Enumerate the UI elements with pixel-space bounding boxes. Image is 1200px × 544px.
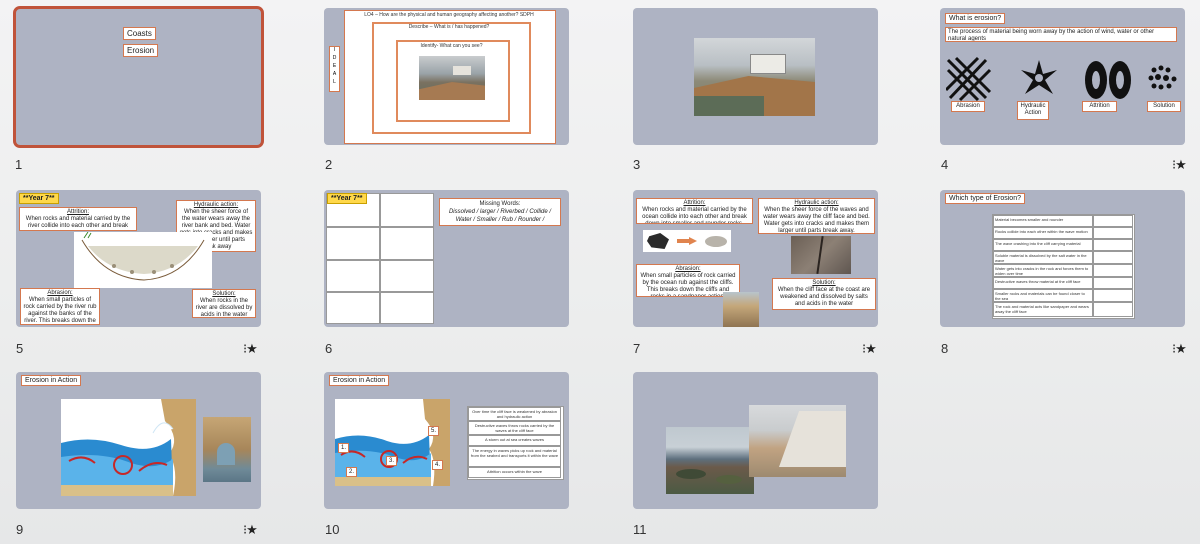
- solution-box: Solution: When rocks in the river are di…: [192, 289, 256, 318]
- slide-thumbnail-10[interactable]: Erosion in Action 1. 2. 3. 4. 5. Over ti…: [324, 372, 569, 509]
- slide-number: 4: [941, 157, 949, 172]
- attrition-label: Attrition: [1082, 101, 1117, 112]
- wave-erosion-diagram: [61, 399, 196, 496]
- year-7-tag: **Year 7**: [19, 193, 59, 204]
- ideal-lo-text: LO4 – How are the physical and human geo…: [364, 12, 534, 18]
- coastal-cliff-photo: [723, 292, 759, 327]
- slide-thumbnail-9[interactable]: Erosion in Action: [16, 372, 261, 509]
- cliff-house-photo: [419, 56, 485, 100]
- attrition-box: Attrition: When rocks and material carri…: [636, 198, 753, 224]
- slide-thumbnail-6[interactable]: **Year 7** Missing Words: Dissolved / la…: [324, 190, 569, 327]
- abrasion-box: Abrasion: When small particles of rock c…: [20, 288, 100, 325]
- slide-thumbnail-7[interactable]: Attrition: When rocks and material carri…: [633, 190, 878, 327]
- animation-star-icon[interactable]: ⁝★: [1172, 157, 1187, 173]
- animation-star-icon[interactable]: ⁝★: [1172, 341, 1187, 357]
- missing-words-box: Missing Words: Dissolved / larger / Rive…: [439, 198, 561, 226]
- ideal-letters: I D E A L: [329, 46, 340, 92]
- slide-thumbnail-11[interactable]: [633, 372, 878, 509]
- sequence-table: Over time the cliff face is weakened by …: [467, 406, 564, 480]
- slide-thumbnail-8[interactable]: Which type of Erosion? Material becomes …: [940, 190, 1185, 327]
- attrition-box: Attrition: When rocks and material carri…: [19, 207, 137, 231]
- describe-text: Describe – What is / has happened?: [408, 24, 490, 30]
- abrasion-icon: [946, 56, 992, 102]
- white-cliffs-photo: [749, 405, 846, 477]
- slide-title: Which type of Erosion?: [945, 193, 1025, 204]
- slide-thumbnail-4[interactable]: What is erosion? The process of material…: [940, 8, 1185, 145]
- slide-title-coasts: Coasts: [123, 27, 156, 40]
- slide-title: What is erosion?: [945, 13, 1006, 24]
- rock-rounding-image: [643, 230, 731, 252]
- hydraulic-action-label: Hydraulic Action: [1017, 101, 1049, 120]
- slide-title: Erosion in Action: [21, 375, 82, 386]
- slide-number: 10: [325, 522, 340, 537]
- solution-box: Solution: When the cliff face at the coa…: [772, 278, 876, 310]
- slide-number: 3: [633, 157, 641, 172]
- step-1-marker: 1.: [338, 443, 349, 453]
- attrition-icon: [1085, 61, 1131, 99]
- slide-thumbnail-1[interactable]: Coasts Erosion: [13, 6, 264, 148]
- step-5-marker: 5.: [428, 426, 439, 436]
- animation-star-icon[interactable]: ⁝★: [243, 522, 258, 538]
- hydraulic-action-box: Hydraulic action: When the sheer force o…: [758, 198, 875, 234]
- cracked-rock-photo: [791, 236, 851, 274]
- slide-number: 2: [325, 157, 333, 172]
- slide-title: Erosion in Action: [329, 375, 390, 386]
- animation-star-icon[interactable]: ⁝★: [862, 341, 877, 357]
- slide-number: 6: [325, 341, 333, 356]
- solution-label: Solution: [1147, 101, 1181, 112]
- slide-thumbnail-2[interactable]: LO4 – How are the physical and human geo…: [324, 8, 569, 145]
- erosion-type-table: Material becomes smaller and rounder Roc…: [992, 214, 1135, 319]
- step-2-marker: 2.: [346, 467, 357, 477]
- solution-icon: [1148, 65, 1177, 90]
- hydraulic-action-icon: [1021, 60, 1057, 94]
- abrasion-label: Abrasion: [951, 101, 985, 112]
- slide-number: 11: [633, 522, 647, 537]
- erosion-definition: The process of material being worn away …: [945, 27, 1177, 42]
- river-diagram: [74, 232, 212, 288]
- slide-thumbnail-5[interactable]: **Year 7** Attrition: When rocks and mat…: [16, 190, 261, 327]
- slide-number: 5: [16, 341, 24, 356]
- step-4-marker: 4.: [432, 460, 443, 470]
- slide-thumbnail-3[interactable]: [633, 8, 878, 145]
- cliff-house-photo: [694, 38, 815, 116]
- year-7-tag: **Year 7**: [327, 193, 367, 204]
- erosion-icons: [946, 56, 1177, 102]
- slide-number: 8: [941, 341, 949, 356]
- slide-number: 1: [15, 157, 23, 172]
- slide-subtitle-erosion: Erosion: [123, 44, 159, 57]
- slide-number: 7: [633, 341, 641, 356]
- animation-star-icon[interactable]: ⁝★: [243, 341, 258, 357]
- sea-arch-photo: [203, 417, 251, 482]
- worksheet-table: [326, 193, 434, 324]
- step-3-marker: 3.: [386, 456, 397, 466]
- slide-number: 9: [16, 522, 24, 537]
- identify-text: Identify- What can you see?: [420, 43, 483, 49]
- rocky-shore-photo: [666, 427, 754, 494]
